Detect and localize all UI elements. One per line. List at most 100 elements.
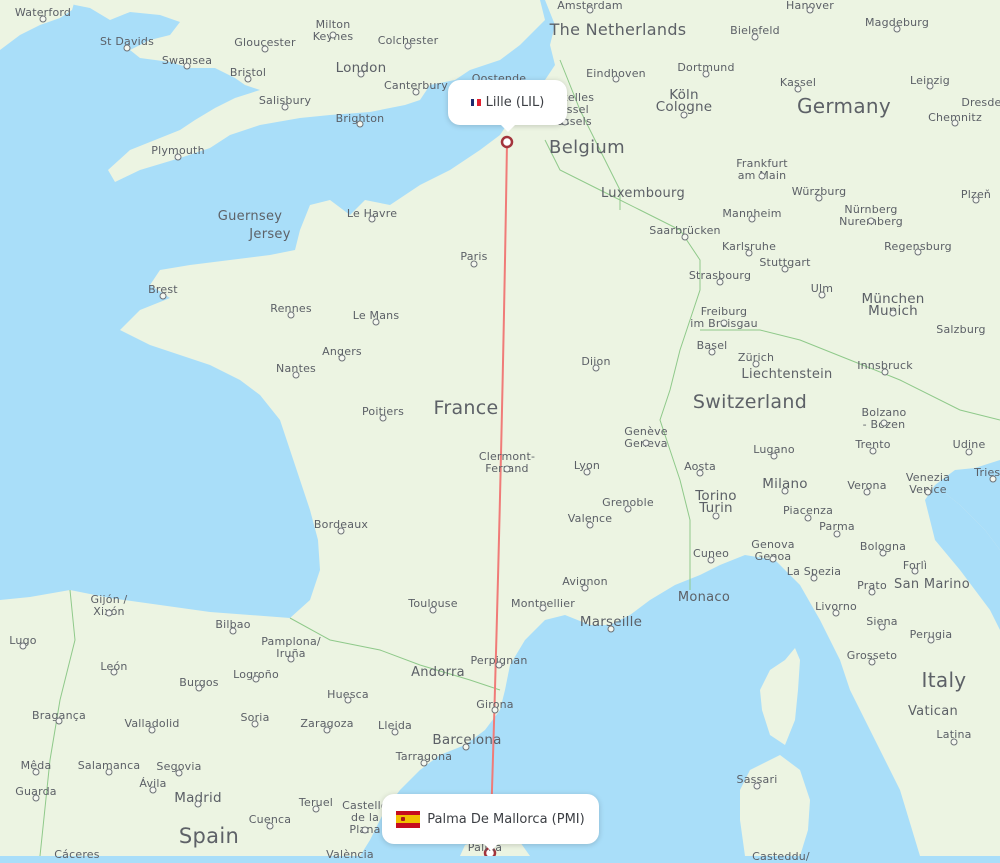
country-label-switzerland: Switzerland <box>692 391 808 413</box>
country-label-germany: Germany <box>796 94 892 118</box>
city-dot-cuneo <box>707 556 715 564</box>
city-dot-lleida <box>391 728 399 736</box>
city-dot-hanover <box>806 6 814 14</box>
city-dot-dijon <box>592 364 600 372</box>
city-dot-waterford <box>39 15 47 23</box>
city-dot-cuenca <box>266 822 274 830</box>
city-dot-avila <box>149 786 157 794</box>
city-dot-valladolid <box>148 726 156 734</box>
city-dot-siena <box>878 623 886 631</box>
city-dot-nantes <box>292 371 300 379</box>
country-label-san-marino: San Marino <box>894 577 970 592</box>
country-label-luxembourg: Luxembourg <box>600 186 686 201</box>
city-label-valencia: València <box>326 848 374 861</box>
city-dot-dortmund <box>702 70 710 78</box>
city-dot-barcelona <box>462 743 470 751</box>
city-dot-brest <box>159 292 167 300</box>
city-dot-torino-turin <box>712 512 720 520</box>
city-dot-brighton <box>356 120 364 128</box>
city-dot-plzen <box>972 196 980 204</box>
origin-popup[interactable]: Lille (LIL) <box>448 80 567 132</box>
city-dot-la-spezia <box>810 574 818 582</box>
city-dot-ulm <box>818 291 826 299</box>
city-dot-clermont-ferrand <box>503 465 511 473</box>
city-dot-basel <box>708 348 716 356</box>
city-dot-mannheim <box>748 215 756 223</box>
city-dot-salamanca <box>105 768 113 776</box>
city-label-salzburg: Salzburg <box>936 323 986 336</box>
city-dot-prato <box>868 588 876 596</box>
city-dot-munchen-munich <box>889 309 897 317</box>
city-dot-regensburg <box>914 248 922 256</box>
city-dot-genova-genoa <box>769 555 777 563</box>
city-dot-colchester <box>404 42 412 50</box>
city-dot-gloucester <box>261 45 269 53</box>
city-dot-latina <box>950 738 958 746</box>
city-dot-le-mans <box>372 318 380 326</box>
city-dot-teruel <box>312 805 320 813</box>
city-dot-venezia-venice <box>924 488 932 496</box>
city-dot-lyon <box>583 468 591 476</box>
city-dot-koln-cologne <box>680 111 688 119</box>
city-label-casteddu: Casteddu/ <box>752 850 810 863</box>
city-dot-piacenza <box>804 514 812 522</box>
city-dot-avignon <box>581 584 589 592</box>
city-dot-perpignan <box>495 661 503 669</box>
city-dot-perugia <box>927 636 935 644</box>
city-dot-poitiers <box>379 414 387 422</box>
city-dot-eindhoven <box>612 75 620 83</box>
city-dot-plymouth <box>174 153 182 161</box>
city-dot-meda <box>32 768 40 776</box>
city-dot-bologna <box>879 549 887 557</box>
city-label-caceres: Cáceres <box>54 848 100 861</box>
city-dot-salisbury <box>281 103 289 111</box>
destination-label: Palma De Mallorca (PMI) <box>427 811 585 827</box>
france-flag-icon <box>470 99 481 106</box>
city-dot-wurzburg <box>815 194 823 202</box>
city-dot-huesca <box>344 696 352 704</box>
city-dot-bristol <box>244 75 252 83</box>
city-dot-leipzig <box>926 82 934 90</box>
city-dot-angers <box>338 354 346 362</box>
origin-marker-icon[interactable] <box>500 135 514 149</box>
city-dot-grenoble <box>624 505 632 513</box>
country-label-france: France <box>433 397 499 419</box>
city-dot-freiburg-im-breisgau <box>720 319 728 327</box>
city-dot-madrid <box>194 800 202 808</box>
city-dot-montpellier <box>539 604 547 612</box>
city-dot-grosseto <box>868 658 876 666</box>
city-dot-bielefeld <box>751 33 759 41</box>
city-dot-lugano <box>770 452 778 460</box>
destination-popup[interactable]: Palma De Mallorca (PMI) <box>382 794 599 851</box>
city-dot-innsbruck <box>881 368 889 376</box>
city-dot-swansea <box>183 62 191 70</box>
city-dot-geneve-geneva <box>642 439 650 447</box>
country-label-guernsey: Guernsey <box>217 209 283 224</box>
country-label-andorra: Andorra <box>411 665 465 680</box>
country-label-belgium: Belgium <box>549 137 625 158</box>
city-label-dresden: Dresden <box>961 96 1000 109</box>
city-dot-strasbourg <box>716 278 724 286</box>
city-dot-aosta <box>696 469 704 477</box>
city-dot-sassari <box>753 782 761 790</box>
city-dot-marseille <box>607 625 615 633</box>
origin-label: Lille (LIL) <box>485 95 545 110</box>
city-dot-lugo <box>19 642 27 650</box>
city-dot-stuttgart <box>781 265 789 273</box>
sardinia <box>740 755 810 856</box>
city-dot-st-davids <box>123 44 131 52</box>
city-dot-valence <box>586 521 594 529</box>
city-dot-london <box>357 70 365 78</box>
city-dot-verona <box>863 488 871 496</box>
city-dot-guarda <box>32 794 40 802</box>
city-dot-trento <box>869 447 877 455</box>
city-dot-milano <box>781 487 789 495</box>
city-dot-trieste <box>989 475 997 483</box>
spain-flag-icon <box>396 810 421 828</box>
city-dot-parma <box>833 530 841 538</box>
city-label-torino-turin: Torino Turin <box>695 488 737 516</box>
country-label-the-netherlands: The Netherlands <box>549 20 687 39</box>
city-dot-leon <box>110 668 118 676</box>
city-dot-le-havre <box>368 215 376 223</box>
country-label-monaco: Monaco <box>677 590 731 605</box>
